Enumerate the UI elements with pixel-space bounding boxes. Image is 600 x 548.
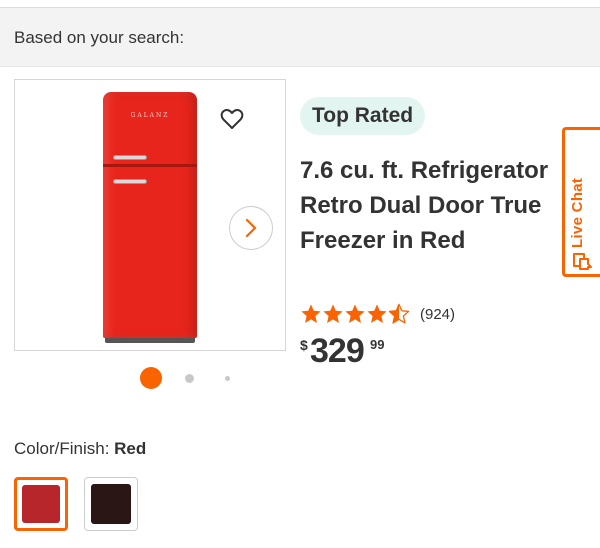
- section-heading: Based on your search:: [14, 28, 185, 47]
- favorite-heart-icon[interactable]: [219, 106, 245, 132]
- carousel-dot-active[interactable]: [140, 367, 162, 389]
- top-divider: [0, 0, 600, 8]
- star-icon: [301, 304, 321, 323]
- live-chat-label: Live Chat: [569, 177, 586, 248]
- live-chat-button[interactable]: Live Chat: [562, 127, 600, 277]
- product-image[interactable]: GALANZ: [103, 92, 197, 343]
- color-swatch-red[interactable]: [14, 477, 68, 531]
- product-image-carousel[interactable]: GALANZ: [14, 79, 286, 351]
- price-cents: 99: [370, 337, 385, 352]
- carousel-dot[interactable]: [185, 374, 194, 383]
- star-icon: [345, 304, 365, 323]
- review-count[interactable]: (924): [420, 306, 455, 323]
- rating-stars: [300, 303, 410, 325]
- star-icon: [323, 304, 343, 323]
- chat-icon: [573, 253, 592, 270]
- product-title[interactable]: 7.6 cu. ft. Refrigerator Retro Dual Door…: [300, 153, 560, 258]
- fridge-divider: [103, 164, 197, 167]
- top-rated-badge: Top Rated: [300, 97, 426, 135]
- color-swatch-black[interactable]: [84, 477, 138, 531]
- price-currency: $: [300, 337, 308, 353]
- price-whole: 329: [310, 332, 365, 370]
- carousel-pagination: [140, 367, 240, 391]
- star-icon: [367, 304, 387, 323]
- color-finish-label: Color/Finish: Red: [14, 439, 146, 459]
- product-card[interactable]: GALANZ Top Rated 7.6 cu. ft. Refrigerato…: [0, 66, 600, 548]
- image-brand-text: GALANZ: [130, 112, 170, 119]
- fridge-feet: [105, 338, 195, 343]
- carousel-next-button[interactable]: [229, 206, 273, 250]
- fridge-handle: [113, 179, 147, 184]
- fridge-handle: [113, 155, 147, 160]
- carousel-dot[interactable]: [225, 376, 230, 381]
- swatch-fill: [22, 485, 60, 523]
- star-half-icon: [388, 303, 410, 324]
- product-rating[interactable]: (924): [300, 303, 455, 325]
- heart-icon: [220, 109, 244, 129]
- chevron-right-icon: [245, 218, 257, 238]
- color-finish-title: Color/Finish:: [14, 439, 115, 458]
- color-finish-selected: Red: [114, 439, 147, 458]
- swatch-fill: [91, 484, 131, 524]
